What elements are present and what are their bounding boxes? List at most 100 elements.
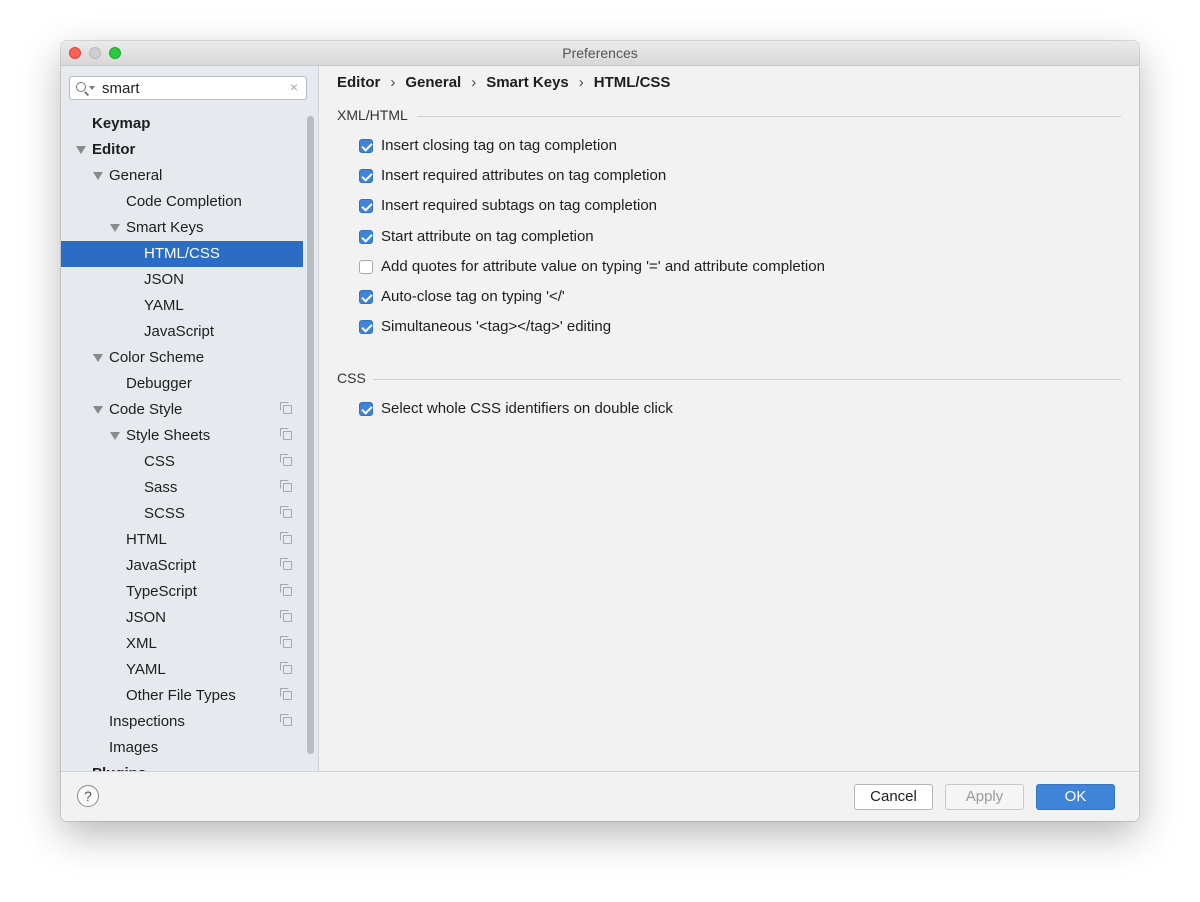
breadcrumb-item[interactable]: Smart Keys [486,74,569,91]
option-label: Simultaneous '<tag></tag>' editing [381,318,612,335]
tree-item-yaml[interactable]: YAML [61,293,303,319]
tree-item-editor[interactable]: Editor [61,137,303,163]
tree-item-code-completion[interactable]: Code Completion [61,189,303,215]
expand-arrow-icon[interactable] [110,432,120,440]
tree-item-label: General [109,167,163,184]
checkbox-checked[interactable] [359,169,373,183]
project-scope-icon [280,584,292,596]
search-input-value[interactable]: smart [102,80,140,97]
project-scope-icon [280,402,292,414]
tree-item-label: HTML [126,531,167,548]
tree-item-label: JavaScript [144,323,215,340]
project-scope-icon [280,454,292,466]
tree-item-label: JavaScript [126,557,197,574]
dialog-footer: ? Cancel Apply OK [61,771,1139,821]
chevron-down-icon[interactable] [89,86,95,90]
checkbox-checked[interactable] [359,139,373,153]
tree-item-sass[interactable]: Sass [61,475,303,501]
tree-item-label: HTML/CSS [144,245,220,262]
tree-item-general[interactable]: General [61,163,303,189]
tree-item-label: YAML [144,297,184,314]
tree-item-css[interactable]: CSS [61,449,303,475]
cancel-button[interactable]: Cancel [854,784,933,810]
tree-item-label: Smart Keys [126,219,204,236]
apply-button[interactable]: Apply [945,784,1024,810]
tree-item-html-css[interactable]: HTML/CSS [61,241,303,267]
tree-item-label: YAML [126,661,166,678]
tree-item-label: Sass [144,479,178,496]
project-scope-icon [280,714,292,726]
checkbox-checked[interactable] [359,290,373,304]
tree-item-code-style-xml[interactable]: XML [61,631,303,657]
checkbox-checked[interactable] [359,320,373,334]
option-label: Insert required attributes on tag comple… [381,167,667,184]
project-scope-icon [280,662,292,674]
project-scope-icon [280,532,292,544]
tree-item-label: CSS [144,453,175,470]
tree-item-inspections[interactable]: Inspections [61,709,303,735]
option-label: Auto-close tag on typing '</' [381,288,565,305]
tree-item-label: TypeScript [126,583,197,600]
project-scope-icon [280,558,292,570]
project-scope-icon [280,636,292,648]
expand-arrow-icon[interactable] [93,172,103,180]
expand-arrow-icon[interactable] [93,406,103,414]
tree-item-label: XML [126,635,157,652]
close-window-button[interactable] [69,47,81,59]
tree-item-code-style-javascript[interactable]: JavaScript [61,553,303,579]
tree-item-code-style-typescript[interactable]: TypeScript [61,579,303,605]
tree-item-style-sheets[interactable]: Style Sheets [61,423,303,449]
checkbox-checked[interactable] [359,402,373,416]
expand-arrow-icon[interactable] [93,354,103,362]
tree-item-label: Keymap [92,115,151,132]
section-divider [373,379,1121,380]
tree-item-label: JSON [144,271,185,288]
project-scope-icon [280,480,292,492]
tree-item-label: Code Completion [126,193,242,210]
section-title-css: CSS [337,370,366,386]
breadcrumb-item[interactable]: Editor [337,74,380,91]
clear-icon[interactable]: × [290,79,298,95]
tree-item-label: Debugger [126,375,192,392]
project-scope-icon [280,506,292,518]
tree-item-other-file-types[interactable]: Other File Types [61,683,303,709]
zoom-window-button[interactable] [109,47,121,59]
breadcrumb-item[interactable]: General [405,74,461,91]
checkbox-checked[interactable] [359,199,373,213]
tree-item-debugger[interactable]: Debugger [61,371,303,397]
help-button[interactable]: ? [77,785,99,807]
expand-arrow-icon[interactable] [110,224,120,232]
option-label: Add quotes for attribute value on typing… [381,258,825,275]
search-input[interactable]: smart × [69,76,307,100]
tree-item-color-scheme[interactable]: Color Scheme [61,345,303,371]
tree-item-code-style-json[interactable]: JSON [61,605,303,631]
tree-item-smart-keys[interactable]: Smart Keys [61,215,303,241]
breadcrumb-item-current: HTML/CSS [593,74,671,91]
tree-item-json[interactable]: JSON [61,267,303,293]
breadcrumb: Editor › General › Smart Keys › HTML/CSS [337,74,670,91]
tree-item-code-style-yaml[interactable]: YAML [61,657,303,683]
tree-item-keymap[interactable]: Keymap [61,111,303,137]
window-title: Preferences [562,45,638,61]
checkbox-checked[interactable] [359,230,373,244]
checkbox-unchecked[interactable] [359,260,373,274]
tree-item-label: Code Style [109,401,183,418]
option-label: Start attribute on tag completion [381,228,594,245]
ok-button[interactable]: OK [1036,784,1115,810]
tree-item-scss[interactable]: SCSS [61,501,303,527]
expand-arrow-icon[interactable] [76,146,86,154]
search-icon[interactable] [76,82,86,92]
tree-item-plugins[interactable]: Plugins [61,761,303,771]
settings-content: Editor › General › Smart Keys › HTML/CSS XML/H… [319,66,1139,771]
tree-item-label: JSON [126,609,167,626]
project-scope-icon [280,610,292,622]
sidebar-scrollbar[interactable] [307,116,314,754]
tree-item-label: Inspections [109,713,185,730]
tree-item-images[interactable]: Images [61,735,303,761]
tree-item-label: SCSS [144,505,185,522]
preferences-window: Preferences smart × Keymap Editor Genera… [61,41,1139,821]
tree-item-javascript[interactable]: JavaScript [61,319,303,345]
tree-item-code-style-html[interactable]: HTML [61,527,303,553]
minimize-window-button[interactable] [89,47,101,59]
tree-item-code-style[interactable]: Code Style [61,397,303,423]
